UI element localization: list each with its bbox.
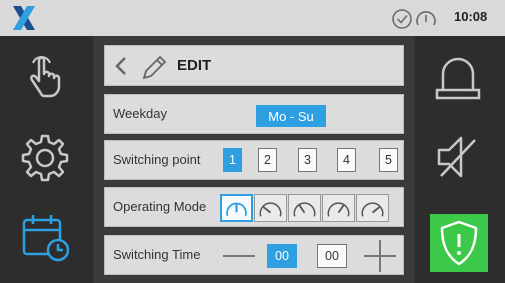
weekday-label: Weekday	[113, 106, 167, 121]
plus-icon[interactable]	[364, 240, 396, 272]
main-panel: EDIT Weekday Mo - Su Switching point 1 2…	[93, 36, 415, 283]
shield-alert-icon	[440, 220, 478, 266]
switching-point-option-1[interactable]: 1	[223, 148, 242, 172]
check-circle-icon	[392, 9, 412, 29]
speaker-muted-icon[interactable]	[431, 130, 485, 184]
clock: 10:08	[454, 9, 488, 24]
switching-point-row: Switching point 1 2 3 4 5	[104, 140, 404, 180]
calendar-clock-icon[interactable]	[18, 210, 72, 264]
siren-icon[interactable]	[431, 50, 485, 104]
mode-gauge-2-icon[interactable]	[254, 194, 287, 222]
hours-field[interactable]: 00	[267, 244, 297, 268]
back-chevron-icon[interactable]	[113, 55, 129, 77]
hand-pointer-icon[interactable]	[18, 50, 72, 104]
switching-time-label: Switching Time	[113, 247, 201, 262]
switching-point-option-3[interactable]: 3	[298, 148, 317, 172]
gauge-icon	[416, 11, 436, 26]
brand-logo-icon	[13, 6, 35, 30]
edit-header: EDIT	[104, 45, 404, 86]
mode-gauge-4-icon[interactable]	[322, 194, 355, 222]
minutes-field[interactable]: 00	[317, 244, 347, 268]
operating-mode-row: Operating Mode	[104, 187, 404, 227]
mode-gauge-5-icon[interactable]	[356, 194, 389, 222]
weekday-selector[interactable]: Mo - Su	[256, 105, 326, 127]
top-bar: 10:08	[0, 0, 505, 36]
mode-gauge-3-icon[interactable]	[288, 194, 321, 222]
minus-icon[interactable]	[223, 247, 255, 265]
pencil-icon	[142, 55, 167, 80]
gear-icon[interactable]	[18, 130, 72, 184]
left-sidebar	[0, 36, 93, 283]
switching-point-option-4[interactable]: 4	[337, 148, 356, 172]
edit-title: EDIT	[177, 57, 212, 74]
warning-button[interactable]	[430, 214, 488, 272]
right-sidebar	[415, 36, 505, 283]
switching-point-label: Switching point	[113, 152, 201, 167]
operating-mode-label: Operating Mode	[113, 199, 207, 214]
status-icons	[392, 9, 436, 29]
mode-gauge-1-icon[interactable]	[220, 194, 253, 222]
switching-point-option-2[interactable]: 2	[258, 148, 277, 172]
switching-point-option-5[interactable]: 5	[379, 148, 398, 172]
weekday-row: Weekday Mo - Su	[104, 94, 404, 134]
switching-time-row: Switching Time 00 00	[104, 235, 404, 275]
